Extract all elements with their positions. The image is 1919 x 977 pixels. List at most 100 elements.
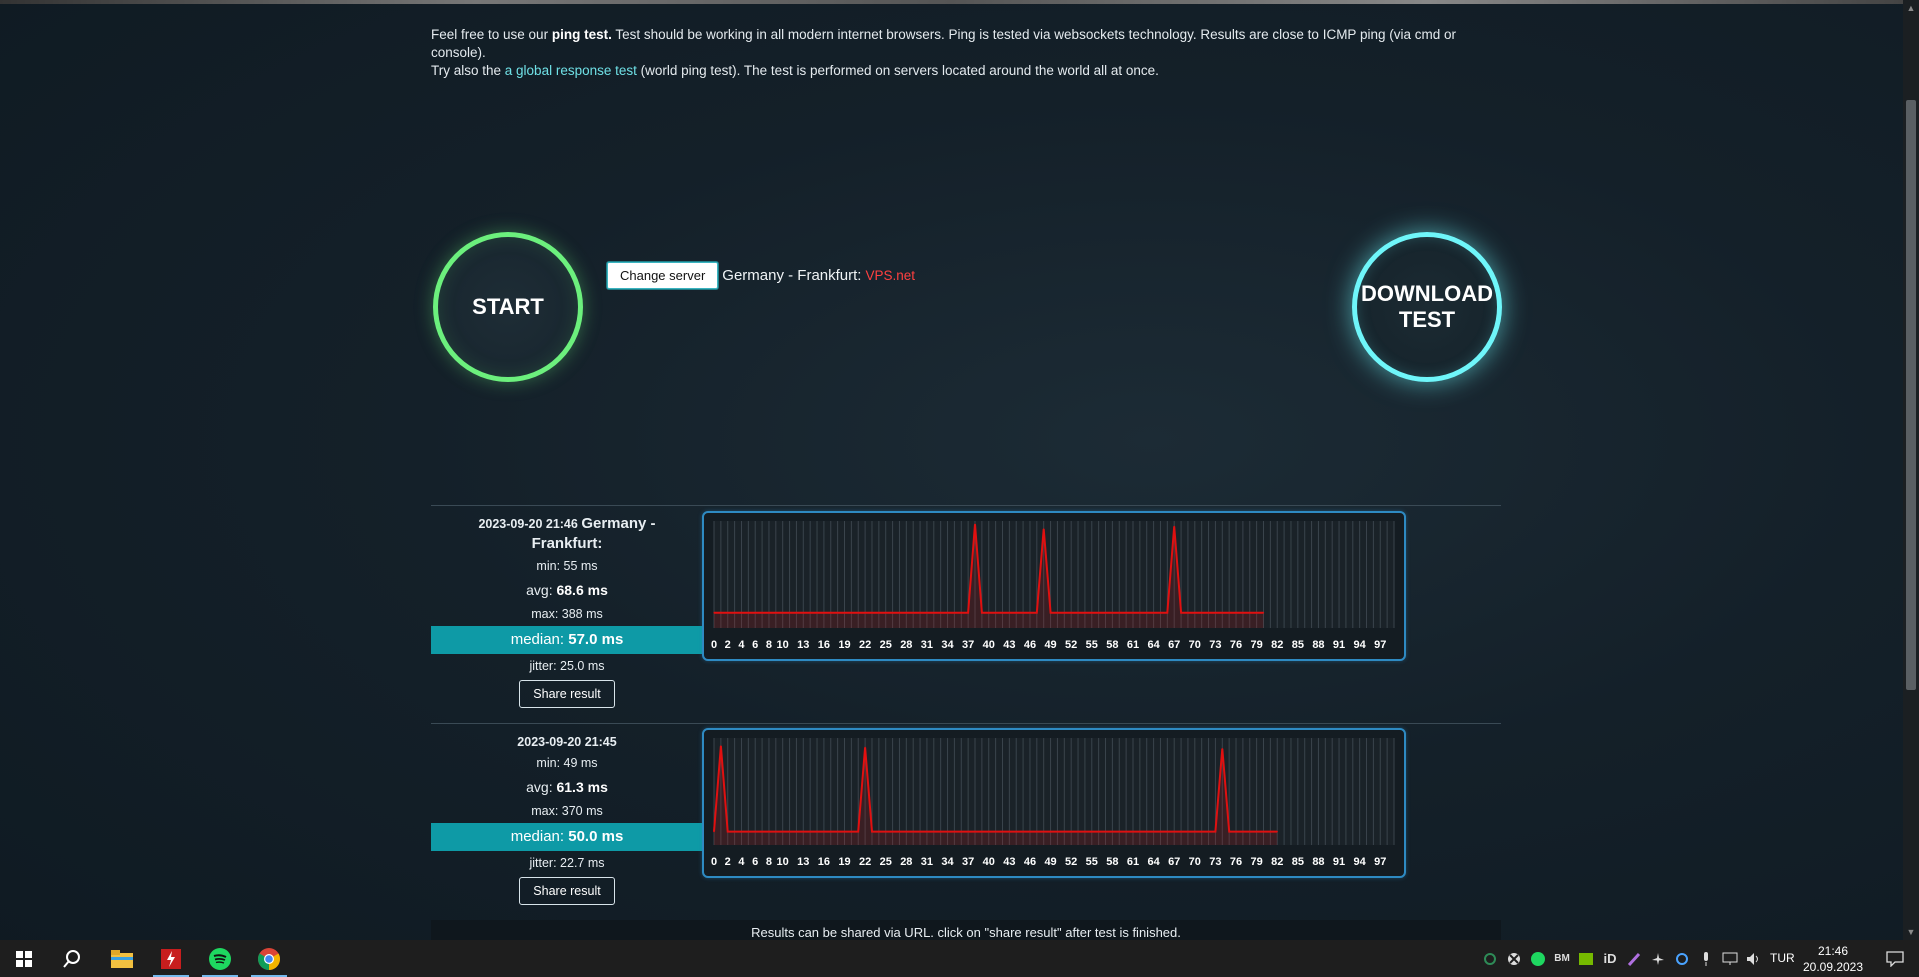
x-tick-label: 10	[777, 856, 789, 868]
x-tick-label: 2	[725, 856, 731, 868]
ping-point	[1235, 612, 1237, 614]
global-response-test-link[interactable]: a global response test	[505, 63, 637, 78]
bm-tray-icon[interactable]: BM	[1550, 940, 1574, 977]
scrollbar-thumb[interactable]	[1906, 100, 1916, 690]
ping-point	[912, 831, 914, 833]
spotify-tray-icon[interactable]	[1526, 940, 1550, 977]
ping-point	[850, 612, 852, 614]
result-min: min: 55 ms	[536, 559, 598, 573]
notifications-icon[interactable]	[1871, 940, 1919, 977]
x-tick-label: 97	[1374, 639, 1386, 651]
server-name: Germany - Frankfurt:	[722, 267, 862, 284]
ping-point	[940, 612, 942, 614]
x-tick-label: 16	[818, 856, 830, 868]
ping-point	[1008, 612, 1010, 614]
xbox-icon[interactable]	[1502, 940, 1526, 977]
share-result-button[interactable]: Share result	[519, 877, 615, 905]
ping-point	[734, 612, 736, 614]
share-result-button[interactable]: Share result	[519, 680, 615, 708]
x-tick-label: 28	[900, 639, 912, 651]
ping-point	[740, 831, 743, 833]
ping-point	[1049, 612, 1052, 614]
server-selector: Change server Germany - Frankfurt: VPS.n…	[607, 262, 915, 289]
ping-point	[1125, 612, 1127, 614]
network-icon[interactable]	[1718, 940, 1742, 977]
x-tick-label: 94	[1354, 639, 1367, 651]
ping-point	[1173, 831, 1175, 833]
x-tick-label: 49	[1044, 639, 1056, 651]
scroll-down-arrow-icon[interactable]: ▼	[1903, 924, 1919, 940]
ping-point	[802, 612, 804, 614]
ping-point	[1249, 612, 1251, 614]
search-icon[interactable]	[48, 940, 96, 977]
change-server-button[interactable]: Change server	[607, 262, 719, 289]
intro-paragraph-2: Try also the a global response test (wor…	[431, 63, 1159, 78]
ping-point	[843, 612, 846, 614]
page-scrollbar[interactable]: ▲ ▼	[1903, 0, 1919, 940]
ping-point	[837, 612, 839, 614]
download-test-button[interactable]: DOWNLOAD TEST	[1352, 232, 1502, 382]
ping-point	[1056, 831, 1059, 833]
x-tick-label: 67	[1168, 856, 1180, 868]
ping-point	[1139, 612, 1141, 614]
ping-point	[1194, 612, 1196, 614]
ping-test-bold: ping test.	[551, 27, 612, 42]
x-tick-label: 58	[1106, 856, 1118, 868]
x-tick-label: 79	[1251, 639, 1263, 651]
ping-point	[1029, 831, 1031, 833]
ping-point	[1146, 831, 1148, 833]
ping-point	[720, 612, 722, 614]
airplane-icon[interactable]	[1646, 940, 1670, 977]
input-language[interactable]: TUR	[1770, 940, 1795, 977]
x-tick-label: 55	[1086, 639, 1098, 651]
ping-point	[1001, 612, 1004, 614]
result-avg: avg: 68.6 ms	[526, 582, 608, 598]
ping-point	[946, 831, 949, 833]
taskbar-clock[interactable]: 21:46 20.09.2023	[1798, 943, 1868, 975]
x-tick-label: 40	[983, 639, 995, 651]
windows-start-icon[interactable]	[0, 940, 48, 977]
ping-point	[775, 831, 777, 833]
x-tick-label: 22	[859, 856, 871, 868]
id-tray-icon[interactable]: iD	[1598, 940, 1622, 977]
volume-icon[interactable]	[1742, 940, 1766, 977]
ping-point	[809, 831, 811, 833]
result-summary-1: 2023-09-20 21:46 Germany - Frankfurt: mi…	[431, 514, 703, 708]
x-tick-label: 8	[766, 639, 772, 651]
ping-point	[988, 831, 990, 833]
ping-point	[926, 831, 928, 833]
scroll-up-arrow-icon[interactable]: ▲	[1903, 0, 1919, 16]
spotify-icon[interactable]	[196, 940, 244, 977]
ping-point	[1043, 528, 1045, 530]
ping-point	[1098, 612, 1100, 614]
ping-point	[905, 612, 907, 614]
ping-chart-2: 0 2 4 6 8 10 13 16 19 22 25 28 31 34 37 40 43 46 49 52 55 58 6…	[702, 728, 1406, 878]
ping-point	[1269, 831, 1271, 833]
ping-point	[1152, 612, 1155, 614]
x-tick-label: 43	[1003, 856, 1015, 868]
microphone-icon[interactable]	[1694, 940, 1718, 977]
ping-point	[1077, 831, 1079, 833]
cortana-icon[interactable]	[1670, 940, 1694, 977]
ping-point	[912, 612, 914, 614]
file-explorer-icon[interactable]	[98, 940, 146, 977]
ping-point	[1214, 612, 1217, 614]
start-button[interactable]: START	[433, 232, 583, 382]
clock-date: 20.09.2023	[1802, 960, 1864, 974]
nvidia-icon[interactable]	[1574, 940, 1598, 977]
system-tray: BM iD	[1478, 940, 1766, 977]
x-tick-label: 4	[738, 639, 745, 651]
ping-point	[1063, 612, 1065, 614]
x-tick-label: 91	[1333, 856, 1345, 868]
security-icon[interactable]	[1478, 940, 1502, 977]
ping-point	[1146, 612, 1148, 614]
ping-point	[1256, 612, 1258, 614]
ping-chart-1: 0 2 4 6 8 10 13 16 19 22 25 28 31 34 37 40 43 46 49 52 55 58 6…	[702, 511, 1406, 661]
ping-point	[988, 612, 990, 614]
ping-point	[974, 523, 976, 525]
chrome-icon[interactable]	[245, 940, 293, 977]
flash-app-icon[interactable]	[147, 940, 195, 977]
ping-point	[850, 831, 852, 833]
feather-icon[interactable]	[1622, 940, 1646, 977]
x-tick-label: 4	[738, 856, 745, 868]
